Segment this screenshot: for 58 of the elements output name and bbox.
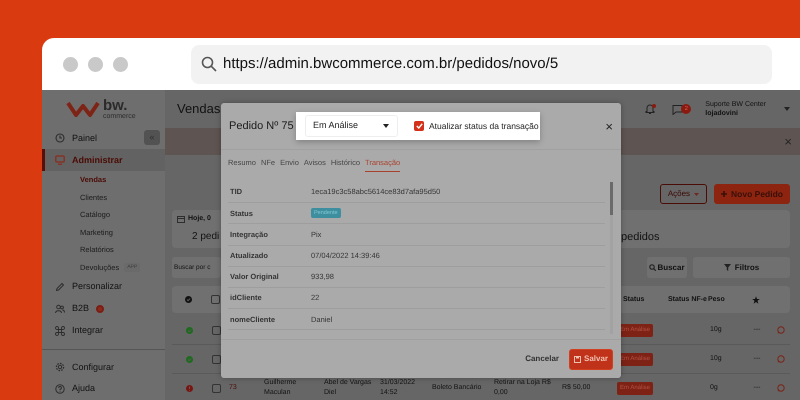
help-icon	[55, 384, 65, 394]
sidebar-item-label: B2B	[72, 302, 90, 316]
close-button[interactable]: ×	[605, 120, 613, 132]
checkbox-label[interactable]: Atualizar status da transação	[429, 120, 539, 132]
logo-mark-icon	[66, 100, 100, 118]
modal-title: Pedido Nº 75	[229, 118, 294, 134]
search-icon	[201, 56, 217, 72]
checkbox[interactable]	[211, 295, 220, 304]
bell-icon[interactable]	[644, 103, 656, 115]
filters-button[interactable]: Filtros	[693, 257, 790, 278]
sidebar-item[interactable]: Personalizar	[42, 276, 126, 298]
pencil-icon	[55, 282, 65, 292]
cancel-button[interactable]: Cancelar	[525, 353, 559, 365]
search-icon	[649, 264, 656, 271]
save-icon	[574, 356, 581, 362]
star-icon	[752, 296, 760, 304]
sidebar-item-label: Configurar	[72, 360, 114, 374]
plus-icon	[721, 191, 728, 197]
status-select[interactable]: Em Análise	[305, 115, 398, 137]
window-control-dot[interactable]	[88, 56, 103, 72]
caret-icon[interactable]	[784, 107, 790, 111]
sidebar-item[interactable]: Administrar	[42, 149, 165, 172]
address-bar[interactable]: https://admin.bwcommerce.com.br/pedidos/novo/5	[191, 44, 772, 84]
clock-icon	[55, 133, 65, 144]
settings-icon	[55, 362, 65, 372]
sidebar-item-label: Personalizar	[72, 280, 122, 294]
checkbox[interactable]	[212, 384, 221, 392]
sidebar-item-label: Administrar	[72, 154, 123, 166]
command-icon	[55, 326, 65, 336]
calendar-icon	[177, 215, 185, 224]
sidebar-item[interactable]: Painel	[42, 128, 102, 150]
sidebar-item[interactable]: Configurar	[42, 356, 118, 378]
page-title: Vendas	[177, 100, 220, 118]
checkbox[interactable]	[414, 121, 424, 131]
sidebar-item-label: Integrar	[72, 324, 104, 337]
sidebar-item[interactable]: B2B	[42, 298, 108, 320]
summary-order-count: 2 pedi	[192, 230, 220, 244]
close-button[interactable]: ×	[784, 135, 792, 148]
chat-icon[interactable]	[672, 104, 684, 114]
monitor-icon	[55, 155, 65, 166]
window-control-dot[interactable]	[63, 56, 78, 72]
sidebar-item[interactable]: Ajuda	[42, 378, 100, 400]
sidebar-item[interactable]: Integrar	[42, 320, 108, 342]
search-button[interactable]: Buscar	[647, 257, 687, 278]
summary-order-count: pedidos	[621, 230, 660, 245]
sidebar-item-label: Ajuda	[72, 382, 96, 396]
filter-icon	[724, 264, 731, 271]
sidebar-item-label: Painel	[72, 132, 98, 145]
actions-dropdown[interactable]: Ações	[660, 184, 708, 204]
save-button[interactable]: Salvar	[569, 348, 613, 370]
check-icon	[416, 123, 422, 129]
caret-icon	[694, 192, 700, 196]
check-circle-icon	[184, 296, 192, 303]
users-icon	[55, 304, 65, 314]
window-control-dot[interactable]	[113, 56, 128, 72]
new-order-button[interactable]: Novo Pedido	[714, 184, 790, 204]
logo-text: bw.	[103, 98, 128, 113]
url-text: https://admin.bwcommerce.com.br/pedidos/novo/5	[223, 54, 558, 74]
